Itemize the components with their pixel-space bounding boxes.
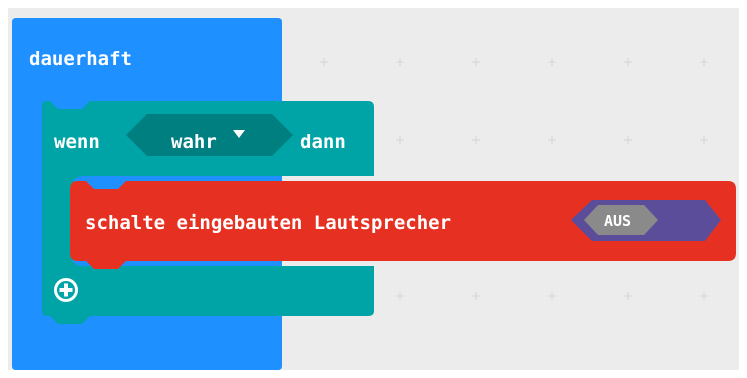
if-label: wenn: [54, 131, 100, 153]
speaker-label: schalte eingebauten Lautsprecher: [85, 212, 452, 234]
condition-value: wahr: [171, 131, 217, 153]
blocks-workspace[interactable]: dauerhaft wenn wahr dann schalte eingeba…: [8, 8, 739, 370]
plus-circle-icon[interactable]: [51, 275, 81, 305]
then-label: dann: [300, 131, 346, 153]
forever-label: dauerhaft: [29, 48, 132, 70]
toggle-value: AUS: [604, 212, 632, 230]
